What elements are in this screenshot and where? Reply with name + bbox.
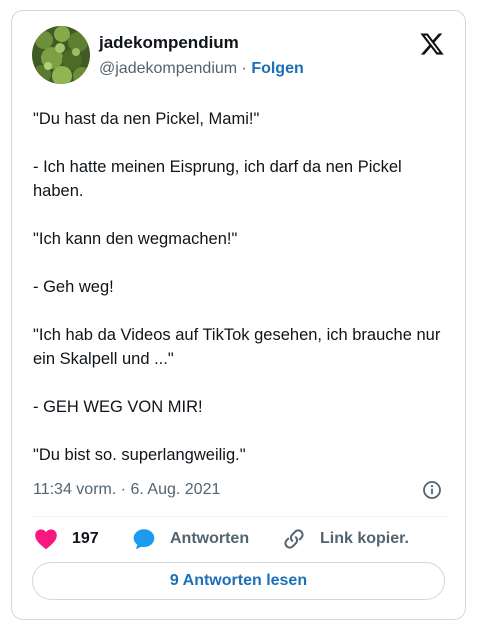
tweet-line: "Du bist so. superlangweilig." <box>33 446 246 464</box>
tweet-line: - GEH WEG VON MIR! <box>33 398 203 416</box>
tweet-card: jadekompendium @jadekompendium · Folgen … <box>11 10 466 620</box>
link-icon <box>282 527 306 551</box>
tweet-line: "Du hast da nen Pickel, Mami!" <box>33 110 260 128</box>
tweet-timestamp[interactable]: 11:34 vorm. · 6. Aug. 2021 <box>33 481 220 499</box>
info-icon[interactable] <box>422 480 442 500</box>
x-logo-icon[interactable] <box>419 31 445 57</box>
follow-button[interactable]: Folgen <box>251 60 303 77</box>
author-display-name[interactable]: jadekompendium <box>99 33 239 53</box>
author-handle[interactable]: @jadekompendium <box>99 60 237 77</box>
divider <box>32 516 447 517</box>
like-count: 197 <box>72 530 99 547</box>
handle-separator: · <box>237 60 252 77</box>
author-handle-line: @jadekompendium · Folgen <box>99 60 304 78</box>
tweet-line: "Ich hab da Videos auf TikTok gesehen, i… <box>33 326 441 368</box>
like-button[interactable]: 197 <box>34 526 99 552</box>
heart-icon <box>34 528 58 550</box>
tweet-line: - Ich hatte meinen Eisprung, ich darf da… <box>33 158 402 200</box>
avatar[interactable] <box>32 26 90 84</box>
reply-label: Antworten <box>170 530 250 547</box>
copy-link-label: Link kopier. <box>320 530 409 547</box>
read-replies-button[interactable]: 9 Antworten lesen <box>32 562 445 600</box>
tweet-line: - Geh weg! <box>33 278 114 296</box>
speech-bubble-icon <box>132 527 156 551</box>
plant-avatar-image <box>32 26 90 84</box>
tweet-line: "Ich kann den wegmachen!" <box>33 230 238 248</box>
tweet-text: "Du hast da nen Pickel, Mami!" - Ich hat… <box>33 107 448 491</box>
copy-link-button[interactable]: Link kopier. <box>282 526 409 552</box>
reply-button[interactable]: Antworten <box>132 526 249 552</box>
